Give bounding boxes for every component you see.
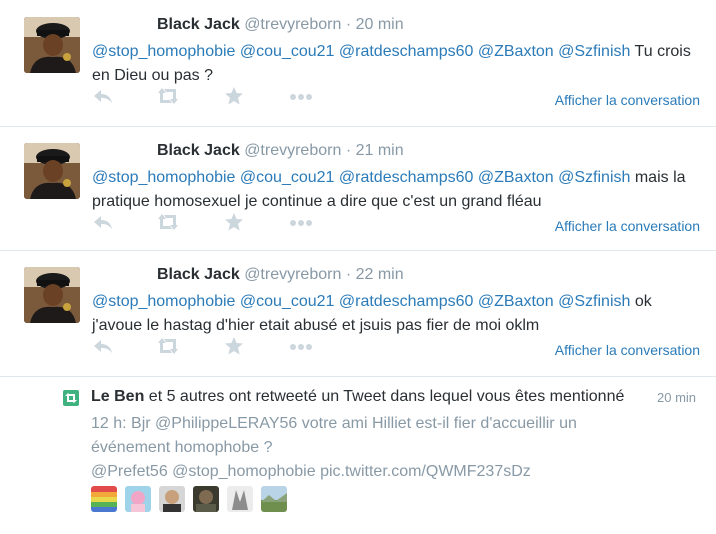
tweet-time[interactable]: · 20 min xyxy=(346,16,404,33)
mentions[interactable]: @stop_homophobie @cou_cou21 @ratdeschamp… xyxy=(92,43,630,60)
author-name[interactable]: Black Jack xyxy=(157,266,240,283)
avatar[interactable] xyxy=(125,486,151,512)
retweet-icon[interactable] xyxy=(156,86,180,108)
tweet-actions xyxy=(92,336,332,358)
tweet-text: @stop_homophobie @cou_cou21 @ratdeschamp… xyxy=(92,40,692,88)
mention[interactable]: @PhilippeLERAY56 xyxy=(155,415,297,432)
avatar[interactable] xyxy=(24,267,80,323)
mentions[interactable]: @stop_homophobie @cou_cou21 @ratdeschamp… xyxy=(92,293,630,310)
avatar[interactable] xyxy=(159,486,185,512)
reply-icon[interactable] xyxy=(92,212,116,234)
more-dots-icon[interactable] xyxy=(289,212,313,234)
retweeted-tweet-text[interactable]: 12 h: Bjr @PhilippeLERAY56 votre ami Hil… xyxy=(91,412,651,484)
tweet-time[interactable]: · 21 min xyxy=(346,142,404,159)
avatar[interactable] xyxy=(193,486,219,512)
avatar[interactable] xyxy=(261,486,287,512)
author-name[interactable]: Black Jack xyxy=(157,142,240,159)
tweet-text: @stop_homophobie @cou_cou21 @ratdeschamp… xyxy=(92,290,692,338)
tweet-line2: @Prefet56 @stop_homophobie pic.twitter.c… xyxy=(91,463,531,480)
author-name[interactable]: Black Jack xyxy=(157,16,240,33)
tweet[interactable]: Black Jack @trevyreborn · 20 min @stop_h… xyxy=(0,0,716,127)
avatar[interactable] xyxy=(24,17,80,73)
author-handle[interactable]: @trevyreborn xyxy=(244,266,341,283)
retweet-icon[interactable] xyxy=(156,336,180,358)
view-conversation-link[interactable]: Afficher la conversation xyxy=(555,342,700,358)
favorite-star-icon[interactable] xyxy=(224,212,248,234)
actor-name[interactable]: Le Ben xyxy=(91,388,144,405)
mentions[interactable]: @stop_homophobie @cou_cou21 @ratdeschamp… xyxy=(92,169,630,186)
reply-icon[interactable] xyxy=(92,336,116,358)
retweet-notification[interactable]: Le Ben et 5 autres ont retweeté un Tweet… xyxy=(0,378,716,534)
author-handle[interactable]: @trevyreborn xyxy=(244,16,341,33)
retweet-icon[interactable] xyxy=(156,212,180,234)
avatar[interactable] xyxy=(91,486,117,512)
reply-icon[interactable] xyxy=(92,86,116,108)
notification-time: 20 min xyxy=(657,390,697,405)
tweet-time[interactable]: · 22 min xyxy=(346,266,404,283)
notification-headline: Le Ben et 5 autres ont retweeté un Tweet… xyxy=(91,388,624,406)
avatar[interactable] xyxy=(24,143,80,199)
favorite-star-icon[interactable] xyxy=(224,336,248,358)
tweet[interactable]: Black Jack @trevyreborn · 21 min @stop_h… xyxy=(0,126,716,251)
more-dots-icon[interactable] xyxy=(289,86,313,108)
retweet-icon xyxy=(63,390,79,406)
tweet-prefix: 12 h: Bjr xyxy=(91,415,156,432)
tweet-actions xyxy=(92,86,332,108)
notification-text: et 5 autres ont retweeté un Tweet dans l… xyxy=(144,388,625,405)
view-conversation-link[interactable]: Afficher la conversation xyxy=(555,92,700,108)
tweet-actions xyxy=(92,212,332,234)
author-handle[interactable]: @trevyreborn xyxy=(244,142,341,159)
tweet[interactable]: Black Jack @trevyreborn · 22 min @stop_h… xyxy=(0,250,716,377)
more-dots-icon[interactable] xyxy=(289,336,313,358)
avatar[interactable] xyxy=(227,486,253,512)
favorite-star-icon[interactable] xyxy=(224,86,248,108)
tweet-text: @stop_homophobie @cou_cou21 @ratdeschamp… xyxy=(92,166,692,214)
view-conversation-link[interactable]: Afficher la conversation xyxy=(555,218,700,234)
